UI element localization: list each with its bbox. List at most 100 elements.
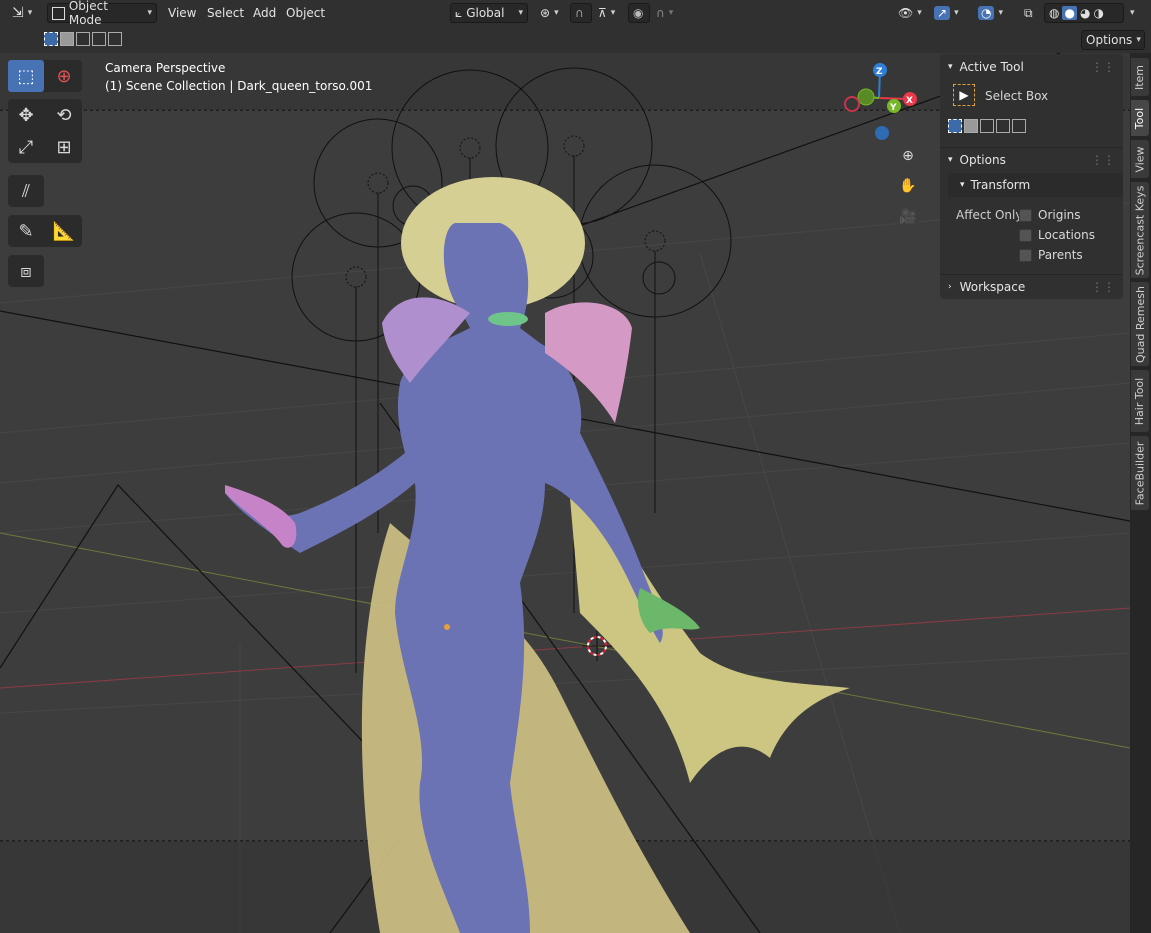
menu-add[interactable]: Add [253, 6, 276, 20]
mode-label: Object Mode [68, 0, 108, 27]
chevron-down-icon: ▾ [960, 180, 965, 190]
affect-origins-option[interactable]: Origins [1019, 208, 1081, 222]
tab-hair-tool[interactable]: Hair Tool [1131, 370, 1149, 432]
chevron-down-icon: ▾ [147, 8, 152, 18]
ruler-icon: 📐 [52, 220, 76, 242]
mode-selector[interactable]: Object Mode ▾ [47, 0, 157, 27]
chevron-down-icon: ▾ [1130, 8, 1135, 18]
pivot-point-selector[interactable]: ⊛ ▾ [536, 3, 566, 23]
tab-view-label: View [1133, 145, 1147, 173]
falloff-selector[interactable]: ∩ ▾ [652, 3, 680, 23]
tab-item-label: Item [1133, 64, 1147, 90]
tab-quad-remesh[interactable]: Quad Remesh [1131, 282, 1149, 366]
rendered-shading-icon[interactable]: ◑ [1093, 6, 1103, 20]
toolbar-annotate-group: ⫽ [8, 175, 44, 207]
transform-title: Transform [970, 178, 1031, 192]
tab-hair-tool-label: Hair Tool [1133, 377, 1147, 425]
tab-facebuilder[interactable]: FaceBuilder [1131, 436, 1149, 510]
scale-tool[interactable]: ⤢ [8, 131, 44, 163]
drag-handle-icon[interactable]: ⋮⋮ [1091, 280, 1115, 294]
transform-icon: ⊞ [56, 136, 72, 158]
extend-selection-icon[interactable] [60, 32, 74, 46]
subtract-selection-icon[interactable] [980, 119, 994, 133]
annotate-tool[interactable]: ⫽ [8, 175, 44, 207]
viewport-collection-info: (1) Scene Collection | Dark_queen_torso.… [105, 79, 373, 93]
origins-checkbox[interactable] [1019, 208, 1032, 222]
hand-left [225, 485, 297, 548]
shading-options[interactable]: ▾ [1126, 3, 1146, 23]
scale-icon: ⤢ [18, 136, 34, 158]
options-dropdown[interactable]: Options ▾ [1081, 30, 1145, 50]
invert-selection-icon[interactable] [92, 32, 106, 46]
snap-target-selector[interactable]: ⊼ ▾ [594, 3, 624, 23]
menu-view[interactable]: View [168, 6, 196, 20]
overlays-toggle[interactable]: ◔ ▾ [974, 3, 1016, 23]
drag-handle-icon[interactable]: ⋮⋮ [1091, 60, 1115, 74]
draw-tool[interactable]: ✎ [8, 215, 44, 247]
select-box-tool[interactable]: ⬚ [8, 60, 44, 92]
locations-checkbox[interactable] [1019, 228, 1032, 242]
move-icon: ✥ [18, 104, 34, 126]
chevron-down-icon: ▾ [610, 8, 616, 18]
menu-object[interactable]: Object [286, 6, 325, 20]
rotate-tool[interactable]: ⟲ [46, 99, 82, 131]
tab-tool[interactable]: Tool [1131, 100, 1149, 136]
select-box-icon: ▶ [953, 84, 975, 106]
tab-quad-remesh-label: Quad Remesh [1133, 285, 1147, 363]
gizmo-icon: ↗ [934, 6, 951, 20]
tab-screencast-keys[interactable]: Screencast Keys [1131, 182, 1149, 278]
editor-type-selector[interactable]: ⇲ ▾ [8, 3, 42, 23]
affect-parents-option[interactable]: Parents [1019, 248, 1083, 262]
transform-subpanel-header[interactable]: ▾ Transform [948, 173, 1123, 197]
workspace-panel-header[interactable]: › Workspace ⋮⋮ [940, 275, 1123, 299]
add-cube-tool[interactable]: ⧈ [8, 255, 44, 287]
move-tool[interactable]: ✥ [8, 99, 44, 131]
set-new-selection-icon[interactable] [44, 32, 58, 46]
active-tool-title: Active Tool [959, 60, 1024, 74]
menu-select[interactable]: Select [207, 6, 244, 20]
transform-orientation-selector[interactable]: ⟀ Global ▾ [450, 3, 528, 23]
chevron-down-icon: ▾ [948, 62, 953, 72]
xray-toggle[interactable]: ⧉ [1020, 3, 1042, 23]
intersect-selection-icon[interactable] [1012, 119, 1026, 133]
gizmo-z-label: Z [876, 67, 883, 77]
parents-checkbox[interactable] [1019, 248, 1032, 262]
pan-button[interactable]: ✋ [896, 174, 920, 198]
tab-tool-label: Tool [1133, 107, 1147, 129]
chevron-down-icon: ▾ [554, 8, 559, 18]
drag-handle-icon[interactable]: ⋮⋮ [1091, 153, 1115, 167]
zoom-button[interactable]: ⊕ [896, 144, 920, 168]
invert-selection-icon[interactable] [996, 119, 1010, 133]
cursor-tool[interactable]: ⊕ [46, 60, 82, 92]
transform-tool[interactable]: ⊞ [46, 131, 82, 163]
affect-locations-option[interactable]: Locations [1019, 228, 1095, 242]
tab-view[interactable]: View [1131, 140, 1149, 178]
measure-tool[interactable]: 📐 [46, 215, 82, 247]
pivot-icon: ⊛ [540, 6, 551, 20]
options-panel-header[interactable]: ▾ Options ⋮⋮ [940, 148, 1123, 172]
magnet-icon: ∩ [575, 6, 584, 20]
active-tool-panel-header[interactable]: ▾ Active Tool ⋮⋮ [940, 55, 1123, 79]
camera-view-button[interactable]: 🎥 [896, 205, 920, 229]
intersect-selection-icon[interactable] [108, 32, 122, 46]
material-shading-icon[interactable]: ◕ [1080, 6, 1090, 20]
x-axis-line [0, 607, 1130, 689]
gizmo-toggle[interactable]: ↗ ▾ [930, 3, 970, 23]
toolbar-add-group: ⧈ [8, 255, 44, 287]
wireframe-shading-icon[interactable]: ◍ [1049, 6, 1059, 20]
falloff-curve-icon: ∩ [656, 6, 665, 20]
set-new-selection-icon[interactable] [948, 119, 962, 133]
proportional-editing-toggle[interactable]: ◉ [628, 3, 650, 23]
visibility-selector[interactable]: 👁 ▾ [894, 3, 926, 23]
object-mode-icon [52, 6, 65, 20]
toolbar-select-group: ⬚ ⊕ [8, 60, 82, 92]
snap-toggle[interactable]: ∩ [570, 3, 592, 23]
extend-selection-icon[interactable] [964, 119, 978, 133]
subtract-selection-icon[interactable] [76, 32, 90, 46]
affect-only-label: Affect Only [956, 208, 1023, 222]
solid-shading-icon[interactable]: ● [1062, 6, 1077, 20]
tab-item[interactable]: Item [1131, 58, 1149, 96]
orientation-label: Global [466, 6, 505, 20]
annotate-icon: ⫽ [21, 180, 31, 202]
rotate-icon: ⟲ [56, 104, 72, 126]
